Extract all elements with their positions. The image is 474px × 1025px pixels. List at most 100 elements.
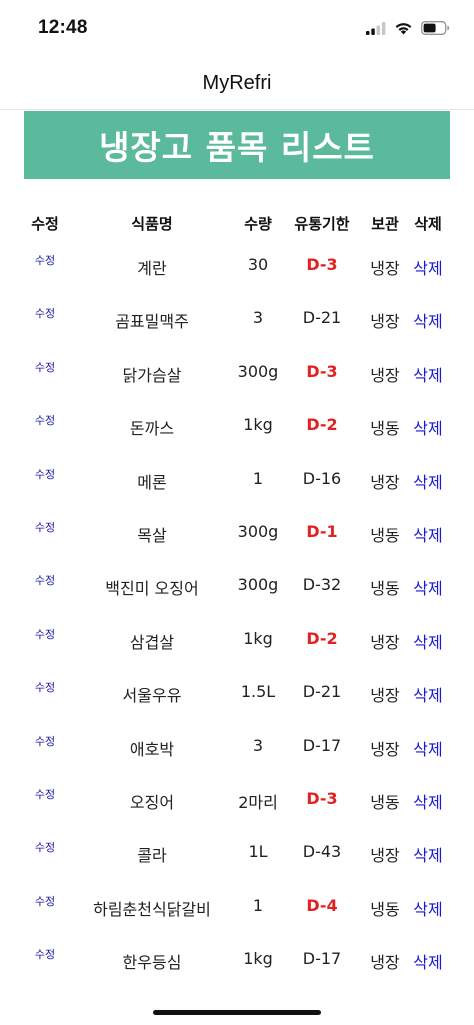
edit-link[interactable]: 수정 [20,466,70,482]
home-indicator [153,1010,321,1015]
status-time: 12:48 [38,17,88,38]
edit-link[interactable]: 수정 [20,572,70,588]
item-expiry: D-2 [306,628,338,648]
item-expiry: D-32 [302,575,342,595]
item-quantity: 300g [237,361,279,381]
item-expiry: D-21 [302,308,342,328]
table-row: 수정 오징어 2마리 D-3 냉동 삭제 [0,777,474,830]
delete-link[interactable]: 삭제 [406,682,450,706]
item-quantity: 1L [248,842,268,862]
table-row: 수정 목살 300g D-1 냉동 삭제 [0,510,474,563]
item-storage: 냉동 [370,579,400,599]
header-expiry: 유통기한 [294,215,350,233]
item-quantity: 1.5L [240,682,276,702]
item-storage: 냉장 [370,953,400,973]
item-quantity: 2마리 [238,792,278,812]
delete-link[interactable]: 삭제 [406,949,450,973]
item-name: 서울우유 [122,686,182,706]
table-row: 수정 콜라 1L D-43 냉장 삭제 [0,830,474,883]
item-expiry: D-16 [302,468,342,488]
table-body: 수정 계란 30 D-3 냉장 삭제 수정 곰표밀맥주 3 D-21 냉장 삭제 수정 닭가슴살 300g D… [0,243,474,990]
item-name: 오징어 [129,792,175,812]
table-row: 수정 계란 30 D-3 냉장 삭제 [0,243,474,296]
item-expiry: D-4 [306,895,338,915]
edit-link[interactable]: 수정 [20,359,70,375]
list-banner: 냉장고 품목 리스트 [24,111,450,179]
delete-link[interactable]: 삭제 [406,255,450,279]
table-row: 수정 닭가슴살 300g D-3 냉장 삭제 [0,350,474,403]
header-delete: 삭제 [414,215,442,233]
item-expiry: D-1 [306,521,338,541]
edit-link[interactable]: 수정 [20,519,70,535]
delete-link[interactable]: 삭제 [406,469,450,493]
delete-link[interactable]: 삭제 [406,522,450,546]
item-quantity: 1 [252,468,264,488]
item-expiry: D-21 [302,682,342,702]
item-quantity: 30 [247,255,269,274]
item-quantity: 3 [252,308,264,328]
delete-link[interactable]: 삭제 [406,415,450,439]
item-name: 닭가슴살 [122,365,182,385]
item-name: 하림춘천식닭갈비 [93,899,211,919]
header-edit: 수정 [31,215,59,233]
item-expiry: D-17 [302,735,342,755]
delete-link[interactable]: 삭제 [406,789,450,813]
table-row: 수정 돈까스 1kg D-2 냉동 삭제 [0,403,474,456]
item-storage: 냉장 [370,312,400,332]
delete-link[interactable]: 삭제 [406,736,450,760]
item-storage: 냉동 [370,419,400,439]
edit-link[interactable]: 수정 [20,252,70,268]
fridge-items-table: 수정 식품명 수량 유통기한 보관 삭제 수정 계란 30 D-3 냉장 삭제 수정 곰표밀맥… [0,203,474,990]
item-expiry: D-43 [302,842,342,862]
navigation-bar: MyRefri [0,60,474,110]
cellular-signal-icon [366,20,386,39]
header-name: 식품명 [131,215,173,233]
item-quantity: 1kg [243,949,273,969]
item-storage: 냉동 [370,899,400,919]
delete-link[interactable]: 삭제 [406,842,450,866]
item-name: 돈까스 [129,419,175,439]
item-expiry: D-17 [302,949,342,969]
table-row: 수정 삼겹살 1kg D-2 냉장 삭제 [0,617,474,670]
item-quantity: 1 [252,895,264,915]
item-name: 한우등심 [122,953,182,973]
delete-link[interactable]: 삭제 [406,362,450,386]
table-row: 수정 한우등심 1kg D-17 냉장 삭제 [0,937,474,990]
item-name: 백진미 오징어 [105,579,199,599]
item-name: 목살 [137,525,167,545]
item-expiry: D-3 [306,788,338,808]
edit-link[interactable]: 수정 [20,305,70,321]
battery-icon [421,20,450,39]
header-storage: 보관 [371,215,399,233]
delete-link[interactable]: 삭제 [406,896,450,920]
item-quantity: 1kg [243,628,273,648]
edit-link[interactable]: 수정 [20,946,70,962]
item-name: 메론 [137,472,167,492]
edit-link[interactable]: 수정 [20,679,70,695]
banner-title: 냉장고 품목 리스트 [99,128,375,167]
delete-link[interactable]: 삭제 [406,629,450,653]
edit-link[interactable]: 수정 [20,412,70,428]
edit-link[interactable]: 수정 [20,786,70,802]
edit-link[interactable]: 수정 [20,733,70,749]
item-storage: 냉동 [370,525,400,545]
app-title: MyRefri [202,72,272,94]
item-expiry: D-3 [306,255,338,274]
edit-link[interactable]: 수정 [20,893,70,909]
status-icons [366,20,450,39]
header-quantity: 수량 [244,215,272,233]
edit-link[interactable]: 수정 [20,626,70,642]
edit-link[interactable]: 수정 [20,839,70,855]
table-header-row: 수정 식품명 수량 유통기한 보관 삭제 [0,203,474,243]
item-storage: 냉장 [370,259,400,278]
item-name: 삼겹살 [129,632,175,652]
item-quantity: 3 [252,735,264,755]
item-expiry: D-2 [306,415,338,435]
item-quantity: 1kg [243,415,273,435]
delete-link[interactable]: 삭제 [406,308,450,332]
table-row: 수정 애호박 3 D-17 냉장 삭제 [0,724,474,777]
delete-link[interactable]: 삭제 [406,575,450,599]
table-row: 수정 백진미 오징어 300g D-32 냉동 삭제 [0,563,474,616]
wifi-icon [394,20,413,39]
status-bar: 12:48 [0,0,474,60]
